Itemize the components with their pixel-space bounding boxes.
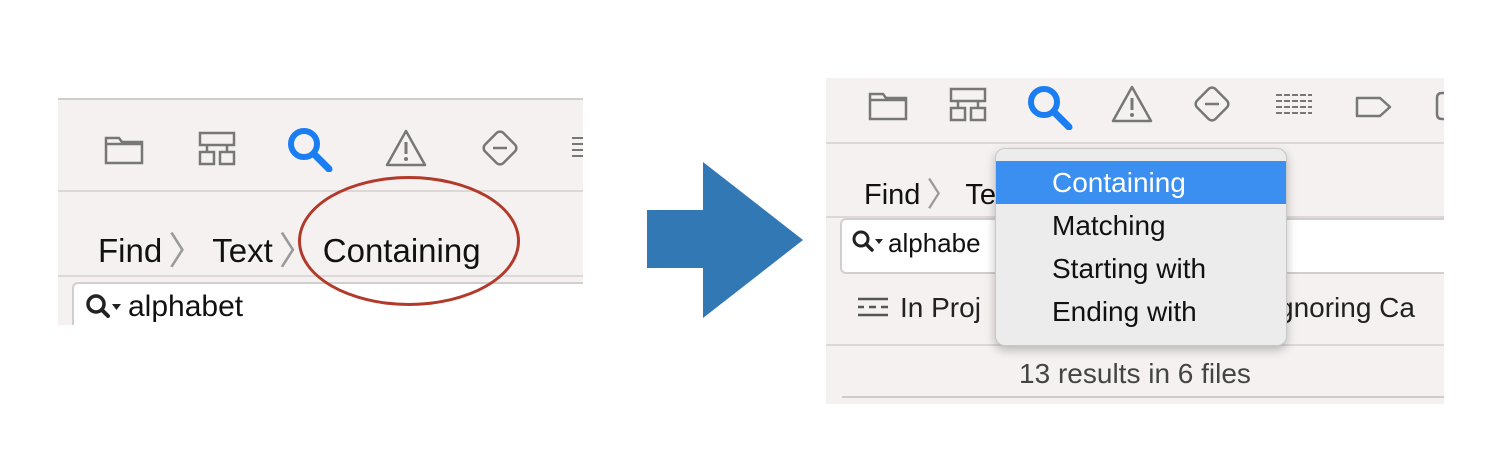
case-label: gnoring Ca (1278, 292, 1415, 323)
warning-icon[interactable] (384, 128, 428, 168)
breadcrumb-text[interactable]: Text (212, 232, 273, 269)
menu-item-starting-with[interactable]: Starting with (996, 247, 1286, 290)
warning-icon[interactable] (1110, 84, 1154, 124)
toolbar-divider (58, 190, 583, 192)
search-options-icon[interactable] (84, 292, 124, 325)
case-option[interactable]: gnoring Ca (1278, 292, 1415, 324)
scope-selector[interactable]: In Proj (856, 292, 981, 326)
breadcrumb-find[interactable]: Find (98, 232, 162, 269)
breadcrumb-separator-icon: 〉 (168, 231, 207, 273)
breadcrumb: Find 〉 Te (864, 166, 996, 214)
breadcrumb-separator-icon: 〉 (926, 176, 960, 213)
results-summary: 13 results in 6 files (1019, 358, 1251, 389)
breadcrumb-text[interactable]: Te (965, 179, 996, 211)
folder-icon[interactable] (867, 88, 909, 122)
list-icon[interactable] (1274, 92, 1314, 120)
search-icon[interactable] (286, 126, 334, 172)
highlight-circle (298, 176, 520, 306)
hierarchy-icon[interactable] (195, 130, 239, 168)
arrow-icon (645, 160, 805, 325)
menu-item-matching[interactable]: Matching (996, 204, 1286, 247)
search-options-icon[interactable] (850, 228, 886, 263)
breadcrumb-find[interactable]: Find (864, 179, 920, 211)
menu-item-ending-with[interactable]: Ending with (996, 290, 1286, 333)
diamond-minus-icon[interactable] (478, 128, 522, 170)
scope-label: In Proj (900, 292, 981, 323)
search-field[interactable]: alphabet (72, 282, 583, 325)
match-style-menu: Containing Matching Starting with Ending… (995, 148, 1287, 346)
list-icon[interactable] (570, 134, 583, 164)
hierarchy-icon[interactable] (946, 86, 990, 124)
toolbar-divider (826, 142, 1444, 144)
tag-icon[interactable] (1354, 94, 1394, 120)
folder-icon[interactable] (103, 132, 145, 166)
menu-item-containing[interactable]: Containing (996, 161, 1286, 204)
search-input[interactable]: alphabe (888, 228, 981, 259)
search-icon[interactable] (1026, 84, 1074, 130)
results-divider (842, 396, 1444, 398)
search-input[interactable]: alphabet (128, 290, 243, 324)
diamond-minus-icon[interactable] (1190, 84, 1234, 126)
bubble-icon[interactable] (1434, 90, 1444, 122)
scope-icon (856, 294, 890, 326)
